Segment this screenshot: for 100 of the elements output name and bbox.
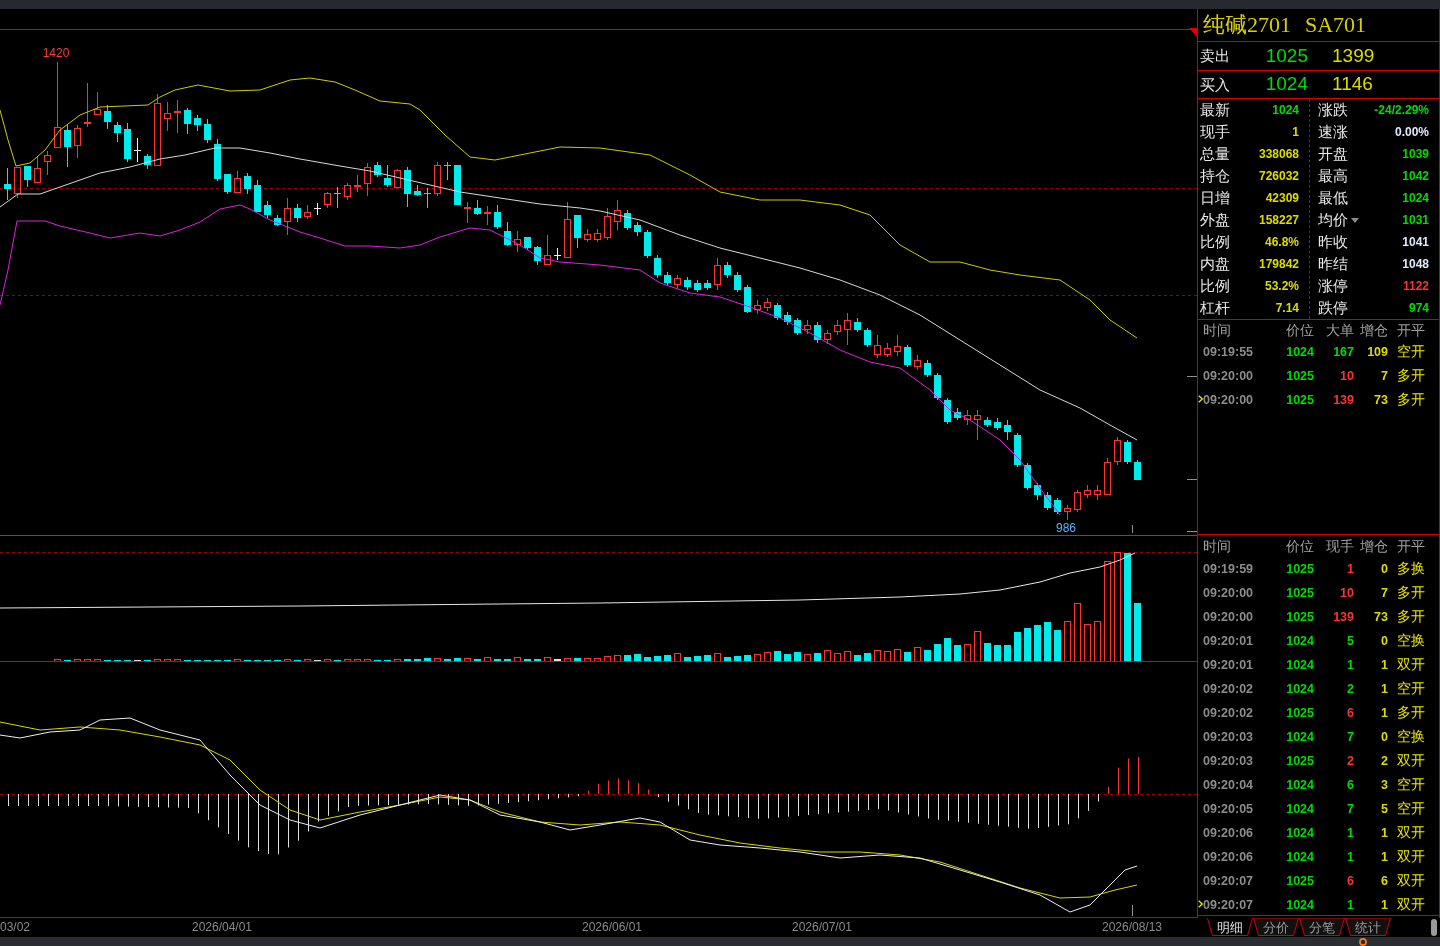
tab[interactable]: 统计 bbox=[1345, 918, 1391, 936]
volume-bar bbox=[1064, 621, 1071, 662]
volume-bar bbox=[834, 653, 841, 662]
candlestick bbox=[754, 299, 761, 315]
volume-bar bbox=[784, 654, 791, 662]
candlestick bbox=[214, 138, 221, 182]
candlestick bbox=[664, 271, 671, 287]
instrument-code: SA701 bbox=[1305, 12, 1367, 38]
volume-bar bbox=[644, 657, 651, 662]
candlestick bbox=[814, 321, 821, 344]
trade-action: 双开 bbox=[1397, 656, 1425, 673]
candlestick bbox=[934, 372, 941, 401]
candlestick bbox=[1054, 497, 1061, 515]
candlestick bbox=[784, 311, 791, 326]
trade-action: 多换 bbox=[1397, 560, 1425, 577]
candlestick bbox=[604, 207, 611, 241]
candlestick bbox=[854, 317, 861, 333]
trade-volume: 139 bbox=[1333, 393, 1354, 408]
candlestick bbox=[294, 203, 301, 223]
trade-time: 09:20:01 bbox=[1203, 634, 1254, 649]
stat-value: 42309 bbox=[1265, 190, 1299, 206]
open-interest-change: 73 bbox=[1374, 393, 1388, 408]
volume-bar bbox=[1044, 622, 1051, 662]
candlestick bbox=[174, 99, 181, 134]
candlestick bbox=[984, 416, 991, 428]
candlestick bbox=[794, 317, 801, 336]
volume-bar bbox=[854, 655, 861, 662]
candlestick bbox=[553, 247, 562, 261]
trade-action: 空开 bbox=[1397, 800, 1425, 817]
tab[interactable]: 分笔 bbox=[1299, 918, 1345, 936]
volume-bar bbox=[684, 657, 691, 662]
volume-bar bbox=[604, 656, 611, 662]
volume-bar bbox=[444, 659, 451, 662]
volume-bar bbox=[534, 659, 541, 662]
date-label: 2026/08/13 bbox=[1101, 920, 1163, 935]
volume-bar bbox=[624, 655, 631, 662]
trade-time: 09:19:59 bbox=[1203, 562, 1254, 577]
candlestick bbox=[14, 167, 21, 199]
open-interest-change: 1 bbox=[1381, 850, 1388, 865]
trade-volume: 2 bbox=[1347, 754, 1354, 769]
stat-value: 7.14 bbox=[1275, 300, 1299, 316]
volume-bar bbox=[824, 650, 831, 662]
volume-bar bbox=[154, 659, 161, 662]
candlestick bbox=[34, 156, 41, 183]
candlestick bbox=[434, 161, 441, 197]
dropdown-caret-icon[interactable] bbox=[1351, 217, 1359, 223]
stat-label: 现手 bbox=[1200, 123, 1230, 141]
candlestick bbox=[1084, 484, 1091, 499]
volume-bar bbox=[74, 659, 81, 662]
candlestick bbox=[614, 199, 621, 231]
candlestick bbox=[184, 107, 191, 135]
volume-bar bbox=[584, 658, 591, 662]
candlestick bbox=[744, 284, 751, 314]
volume-bar bbox=[714, 653, 721, 662]
volume-bar bbox=[884, 651, 891, 662]
candlestick bbox=[674, 274, 681, 289]
open-interest-change: 3 bbox=[1381, 778, 1388, 793]
stat-value: 46.8% bbox=[1264, 234, 1299, 250]
candlestick bbox=[884, 342, 891, 358]
volume-bar bbox=[394, 659, 401, 662]
volume-bar bbox=[934, 644, 941, 662]
candlestick bbox=[684, 276, 691, 291]
trade-volume: 6 bbox=[1347, 874, 1354, 889]
candlestick bbox=[144, 153, 151, 170]
volume-bar bbox=[764, 652, 771, 662]
candlestick bbox=[284, 197, 291, 236]
candlestick bbox=[4, 167, 11, 201]
candlestick bbox=[124, 122, 131, 163]
axis-tick bbox=[1186, 531, 1197, 532]
trade-price: 1025 bbox=[1286, 586, 1314, 601]
stat-value: 53.2% bbox=[1264, 278, 1299, 294]
trade-volume: 1 bbox=[1347, 826, 1354, 841]
tab[interactable]: 明细 bbox=[1207, 918, 1253, 936]
stat-label: 日增 bbox=[1200, 189, 1230, 207]
trade-volume: 6 bbox=[1347, 706, 1354, 721]
volume-bar bbox=[554, 659, 561, 662]
volume-bar bbox=[744, 655, 751, 662]
column-header: 开平 bbox=[1397, 537, 1425, 554]
trade-price: 1024 bbox=[1286, 850, 1314, 865]
open-interest-change: 1 bbox=[1381, 898, 1388, 913]
candlestick bbox=[444, 161, 451, 181]
volume-bar bbox=[804, 654, 811, 662]
trade-volume: 167 bbox=[1333, 345, 1354, 360]
trade-action: 多开 bbox=[1397, 391, 1425, 408]
trade-action: 空换 bbox=[1397, 632, 1425, 649]
axis-tick bbox=[1132, 904, 1133, 917]
candlestick bbox=[1014, 432, 1021, 468]
stat-label: 昨结 bbox=[1318, 255, 1348, 273]
volume-bar bbox=[354, 659, 361, 662]
volume-bar bbox=[694, 656, 701, 662]
volume-bar bbox=[344, 659, 351, 662]
scrollbar-thumb[interactable] bbox=[1431, 919, 1437, 936]
trade-price: 1025 bbox=[1286, 754, 1314, 769]
axis-tick bbox=[1186, 479, 1197, 480]
volume-bar bbox=[614, 655, 621, 662]
tab[interactable]: 分价 bbox=[1253, 918, 1299, 936]
open-interest-change: 1 bbox=[1381, 658, 1388, 673]
volume-bar bbox=[654, 656, 661, 662]
trade-volume: 2 bbox=[1347, 682, 1354, 697]
volume-bar bbox=[1084, 624, 1091, 662]
